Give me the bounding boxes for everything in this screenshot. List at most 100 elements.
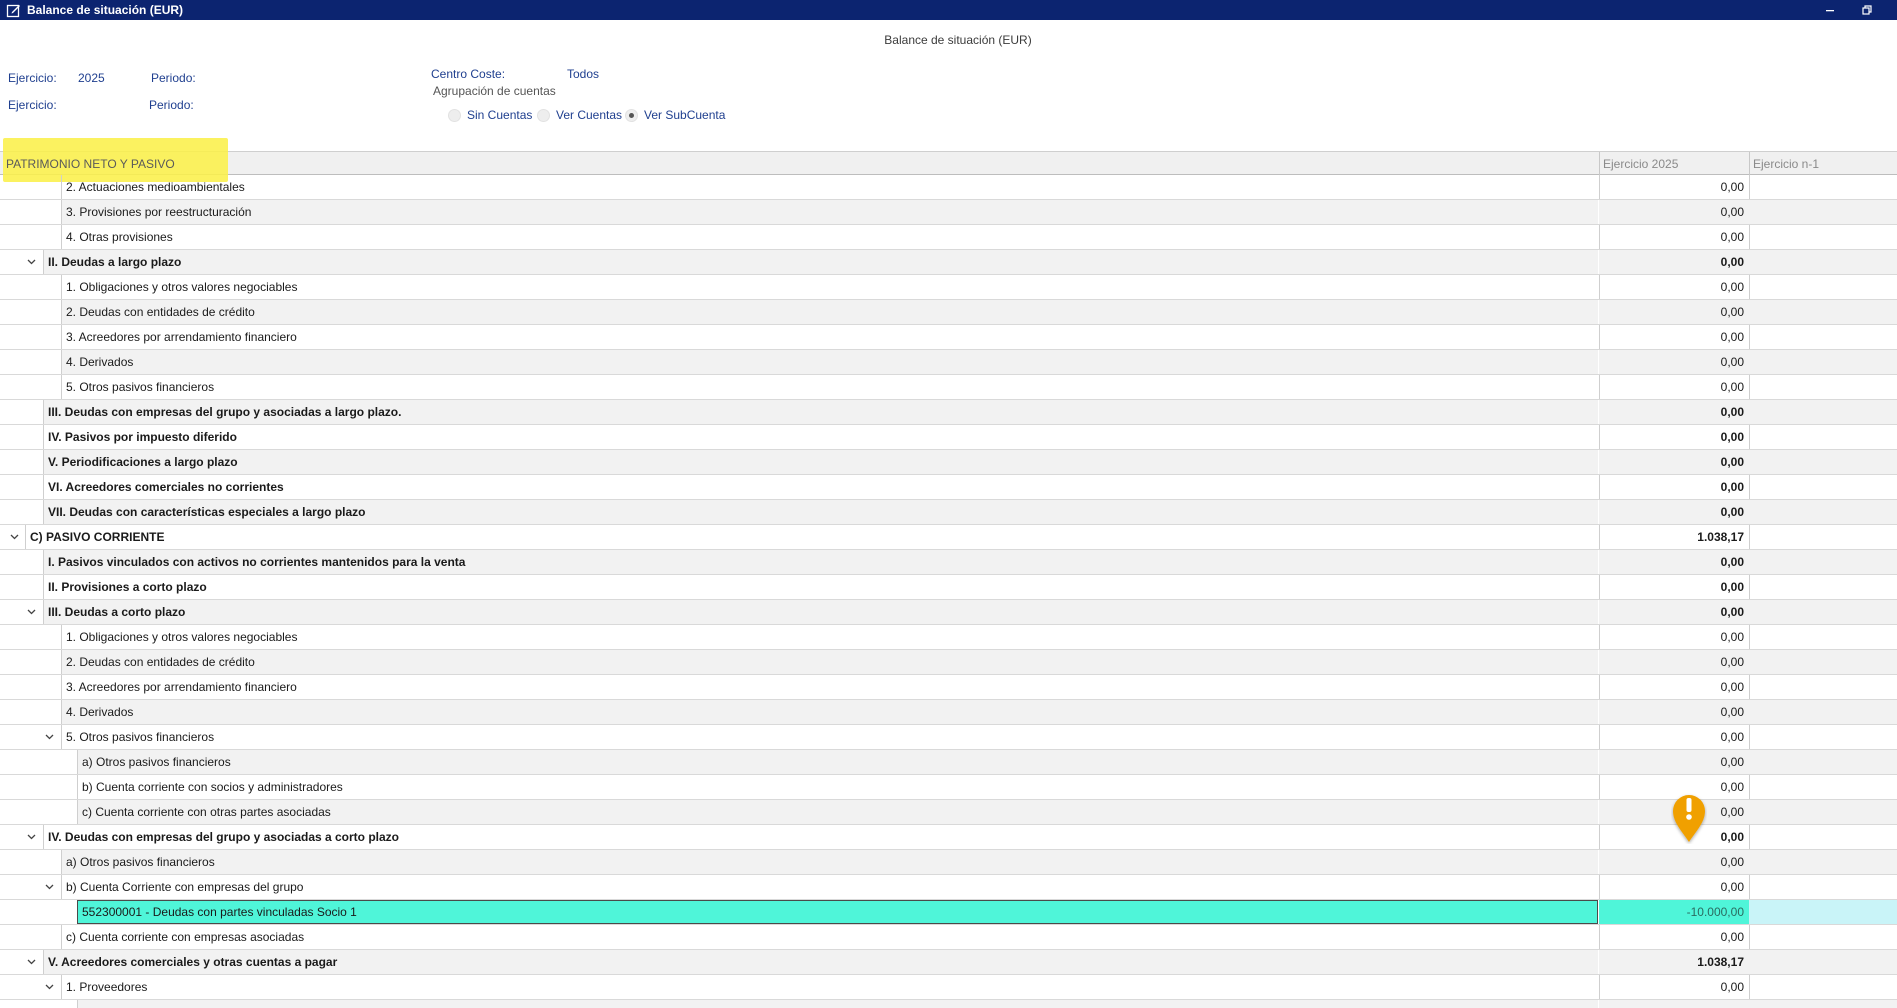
row-value-previous [1749,250,1897,274]
row-value-previous [1749,300,1897,324]
table-row[interactable]: 2. Actuaciones medioambientales 0,00 [0,175,1897,200]
row-value-current: 1.038,17 [1599,950,1749,974]
row-value-previous [1749,600,1897,624]
row-value-previous [1749,925,1897,949]
row-value-previous [1749,750,1897,774]
warning-pin-icon[interactable] [1671,792,1707,844]
chevron-down-icon[interactable] [25,956,37,968]
table-row-selected[interactable]: 552300001 - Deudas con partes vinculadas… [0,900,1897,925]
table-row[interactable]: V. Periodificaciones a largo plazo 0,00 [0,450,1897,475]
table-row[interactable]: V. Acreedores comerciales y otras cuenta… [0,950,1897,975]
row-label: 4. Otras provisiones [61,225,1598,249]
row-label: III. Deudas con empresas del grupo y aso… [43,400,1598,424]
table-row[interactable]: 3. Provisiones por reestructuración 0,00 [0,200,1897,225]
table-row[interactable]: 1. Obligaciones y otros valores negociab… [0,625,1897,650]
table-row[interactable]: III. Deudas a corto plazo 0,00 [0,600,1897,625]
restore-button[interactable] [1852,0,1882,20]
row-label: 5. Otros pasivos financieros [61,725,1598,749]
table-row[interactable]: c) Cuenta corriente con empresas asociad… [0,925,1897,950]
table-row[interactable]: 4. Derivados 0,00 [0,700,1897,725]
table-row[interactable]: b) Cuenta Corriente con empresas del gru… [0,875,1897,900]
table-row[interactable]: b) Cuenta corriente con socios y adminis… [0,775,1897,800]
row-label: 4. Derivados [61,700,1598,724]
row-label: c) Cuenta corriente con empresas asociad… [61,925,1598,949]
table-row[interactable]: I. Pasivos vinculados con activos no cor… [0,550,1897,575]
row-value-previous [1749,375,1897,399]
row-label: 1. Obligaciones y otros valores negociab… [61,625,1598,649]
table-row[interactable]: III. Deudas con empresas del grupo y aso… [0,400,1897,425]
table-row[interactable]: a) Otros pasivos financieros 0,00 [0,750,1897,775]
column-header-name[interactable]: PATRIMONIO NETO Y PASIVO [6,157,175,171]
table-row[interactable]: c) Cuenta corriente con otras partes aso… [0,800,1897,825]
row-value-previous [1749,650,1897,674]
row-label: VII. Deudas con características especial… [43,500,1598,524]
table-row[interactable]: 4. Derivados 0,00 [0,350,1897,375]
table-row[interactable]: 5. Otros pasivos financieros 0,00 [0,375,1897,400]
row-value-previous [1749,625,1897,649]
table-row[interactable]: 3. Acreedores por arrendamiento financie… [0,675,1897,700]
column-divider [1749,152,1750,176]
radio-ver-subcuenta[interactable]: Ver SubCuenta [625,108,725,122]
minimize-icon [1826,10,1834,12]
title-bar: Balance de situación (EUR) [0,0,1897,20]
table-row[interactable]: IV. Deudas con empresas del grupo y asoc… [0,825,1897,850]
table-row[interactable]: II. Deudas a largo plazo 0,00 [0,250,1897,275]
table-row[interactable]: 1. Proveedores 0,00 [0,975,1897,1000]
minimize-button[interactable] [1815,0,1845,20]
table-row[interactable]: C) PASIVO CORRIENTE 1.038,17 [0,525,1897,550]
row-value-current: 0,00 [1720,180,1744,194]
column-header-ejercicio[interactable]: Ejercicio 2025 [1603,157,1678,171]
table-row[interactable] [0,1000,1897,1008]
chevron-down-icon[interactable] [8,531,20,543]
table-row[interactable]: 4. Otras provisiones 0,00 [0,225,1897,250]
row-label: V. Acreedores comerciales y otras cuenta… [43,950,1598,974]
row-value-previous [1749,700,1897,724]
table-row[interactable]: 2. Deudas con entidades de crédito 0,00 [0,300,1897,325]
row-label: 2. Deudas con entidades de crédito [61,650,1598,674]
table-row[interactable]: 1. Obligaciones y otros valores negociab… [0,275,1897,300]
row-value-current: 0,00 [1720,680,1744,694]
row-value-previous [1749,900,1897,924]
radio-sin-cuentas[interactable]: Sin Cuentas [448,108,532,122]
row-value-previous [1749,1000,1897,1008]
row-label: II. Deudas a largo plazo [43,250,1598,274]
table-row[interactable]: VII. Deudas con características especial… [0,500,1897,525]
row-value-current: 0,00 [1720,280,1744,294]
row-value-previous [1749,975,1897,999]
table-row[interactable]: 3. Acreedores por arrendamiento financie… [0,325,1897,350]
table-row[interactable]: 5. Otros pasivos financieros 0,00 [0,725,1897,750]
table-row[interactable]: IV. Pasivos por impuesto diferido 0,00 [0,425,1897,450]
radio-ver-cuentas[interactable]: Ver Cuentas [537,108,622,122]
row-label: V. Periodificaciones a largo plazo [43,450,1598,474]
row-label: II. Provisiones a corto plazo [43,575,1598,599]
table-row[interactable]: 2. Deudas con entidades de crédito 0,00 [0,650,1897,675]
edit-icon [6,3,21,18]
row-value-current: 0,00 [1599,250,1749,274]
row-label: 3. Acreedores por arrendamiento financie… [61,325,1598,349]
row-value-current: 0,00 [1599,500,1749,524]
chevron-down-icon[interactable] [25,606,37,618]
ejercicio-value[interactable]: 2025 [78,71,105,85]
row-value-current: 0,00 [1599,850,1749,874]
row-value-current: 0,00 [1599,450,1749,474]
chevron-down-icon[interactable] [43,881,55,893]
row-value-previous [1749,550,1897,574]
table-row[interactable]: II. Provisiones a corto plazo 0,00 [0,575,1897,600]
row-value-current: 0,00 [1720,230,1744,244]
row-value-current: 0,00 [1720,930,1744,944]
chevron-down-icon[interactable] [25,256,37,268]
centro-coste-label: Centro Coste: [431,67,506,81]
chevron-down-icon[interactable] [43,981,55,993]
row-label: 1. Obligaciones y otros valores negociab… [61,275,1598,299]
chevron-down-icon[interactable] [25,831,37,843]
row-value-previous [1749,775,1897,799]
centro-coste-value[interactable]: Todos [567,67,599,81]
row-value-current: 0,00 [1720,580,1744,594]
table-row[interactable]: VI. Acreedores comerciales no corrientes… [0,475,1897,500]
row-label: 2. Actuaciones medioambientales [61,175,1598,199]
chevron-down-icon[interactable] [43,731,55,743]
table-row[interactable]: a) Otros pasivos financieros 0,00 [0,850,1897,875]
radio-dot-selected [625,108,638,122]
column-header-ejercicio-anterior[interactable]: Ejercicio n-1 [1753,157,1819,171]
row-value-current: 0,00 [1720,330,1744,344]
